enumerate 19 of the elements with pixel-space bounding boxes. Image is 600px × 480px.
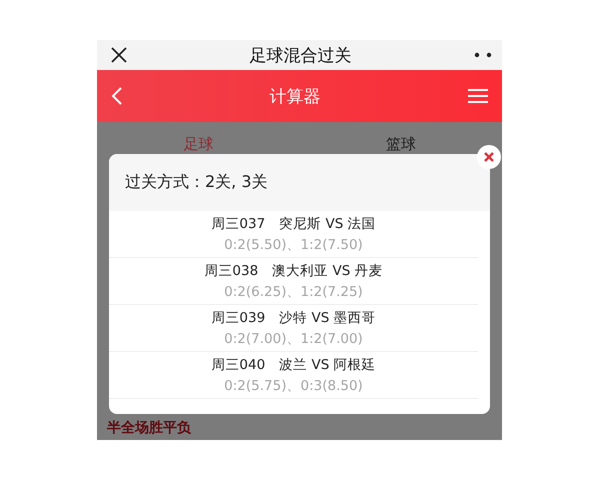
- match-picks: 0:2(6.25)、1:2(7.25): [224, 282, 363, 300]
- section-label: 半全场胜平负: [106, 419, 191, 438]
- sport-tab[interactable]: 篮球: [300, 130, 502, 158]
- match-name: 周三037 突尼斯 VS 法国: [211, 214, 376, 232]
- match-picks: 0:2(7.00)、1:2(7.00): [224, 330, 363, 348]
- match-name: 周三039 沙特 VS 墨西哥: [211, 308, 376, 326]
- match-name: 周三040 波兰 VS 阿根廷: [211, 356, 376, 374]
- close-icon[interactable]: [111, 47, 127, 63]
- match-picks: 0:2(5.75)、0:3(8.50): [224, 376, 363, 394]
- more-icon[interactable]: [474, 52, 492, 58]
- page-title: 足球混合过关: [250, 44, 352, 66]
- match-picks: 0:2(5.50)、1:2(7.50): [224, 236, 363, 254]
- close-icon: [484, 152, 494, 162]
- dialog-title: 过关方式：2关, 3关: [125, 172, 268, 193]
- match-name: 周三038 澳大利亚 VS 丹麦: [204, 262, 383, 280]
- menu-icon[interactable]: [468, 88, 488, 104]
- header-title: 计算器: [270, 86, 320, 108]
- back-icon[interactable]: [111, 87, 122, 105]
- close-button[interactable]: [477, 145, 501, 169]
